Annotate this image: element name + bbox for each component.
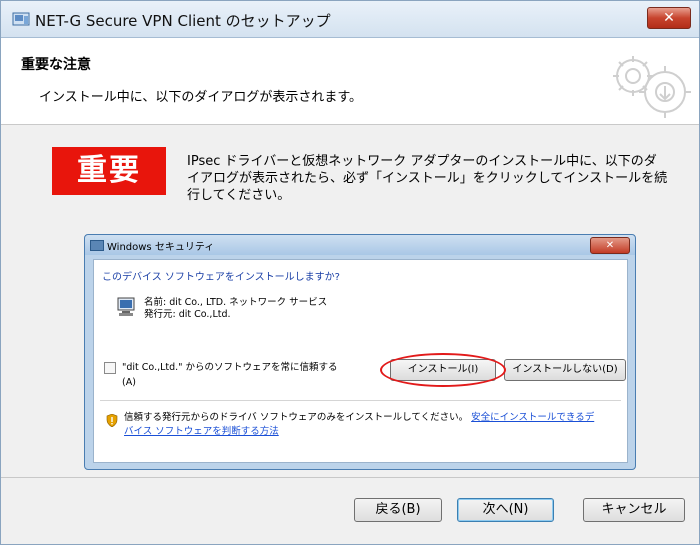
- computer-icon: [117, 297, 135, 316]
- install-question: このデバイス ソフトウェアをインストールしますか?: [102, 272, 340, 283]
- button-bar: 戻る(B) 次へ(N) キャンセル: [1, 477, 699, 544]
- trust-line: "dit Co.,Ltd." からのソフトウェアを常に信頼する: [122, 362, 338, 373]
- back-button[interactable]: 戻る(B): [354, 498, 442, 522]
- title-bar: NET-G Secure VPN Client のセットアップ ✕: [1, 1, 699, 38]
- page-subheading: インストール中に、以下のダイアログが表示されます。: [39, 90, 363, 105]
- help-link-part1: 安全にインストールできるデ: [471, 412, 595, 423]
- setup-window: NET-G Secure VPN Client のセットアップ ✕ 重要な注意 …: [0, 0, 700, 545]
- inner-body: このデバイス ソフトウェアをインストールしますか? 名前: dit Co., L…: [93, 259, 628, 463]
- window-title: NET-G Secure VPN Client のセットアップ: [35, 12, 331, 30]
- divider: [100, 400, 621, 401]
- next-button[interactable]: 次へ(N): [457, 498, 554, 522]
- important-badge: 重要: [52, 147, 166, 195]
- installer-icon: [12, 12, 30, 26]
- dont-install-button-image: インストールしない(D): [504, 359, 626, 381]
- gears-icon: [613, 56, 691, 118]
- publisher-info: 名前: dit Co., LTD. ネットワーク サービス 発行元: dit C…: [144, 297, 327, 321]
- notice-text: IPsec ドライバーと仮想ネットワーク アダプターのインストール中に、以下のダ…: [187, 153, 687, 204]
- highlight-ellipse: [380, 353, 506, 387]
- shield-icon: [106, 414, 118, 427]
- window-icon: [90, 240, 104, 251]
- inner-close-icon: ✕: [590, 237, 630, 254]
- publisher-name: 名前: dit Co., LTD. ネットワーク サービス: [144, 297, 328, 308]
- notice-line: IPsec ドライバーと仮想ネットワーク アダプターのインストール中に、以下のダ: [187, 154, 657, 169]
- notice-line: イアログが表示されたら、必ず「インストール」をクリックしてインストールを続: [187, 171, 668, 186]
- trust-label: "dit Co.,Ltd." からのソフトウェアを常に信頼する (A): [122, 360, 362, 390]
- warning-message: 信頼する発行元からのドライバ ソフトウェアのみをインストールしてください。: [124, 412, 469, 423]
- warning-text: 信頼する発行元からのドライバ ソフトウェアのみをインストールしてください。 安全…: [124, 411, 614, 439]
- trust-line: (A): [122, 377, 136, 388]
- header-banner: 重要な注意 インストール中に、以下のダイアログが表示されます。: [1, 38, 699, 125]
- publisher-company: 発行元: dit Co.,Ltd.: [144, 309, 231, 320]
- page-heading: 重要な注意: [21, 57, 91, 73]
- close-button[interactable]: ✕: [647, 7, 691, 29]
- inner-title-bar: Windows セキュリティ ✕: [85, 235, 635, 255]
- content-area: 重要 IPsec ドライバーと仮想ネットワーク アダプターのインストール中に、以…: [1, 125, 699, 477]
- notice-line: 行してください。: [187, 188, 291, 203]
- windows-security-dialog-image: Windows セキュリティ ✕ このデバイス ソフトウェアをインストールします…: [84, 234, 636, 470]
- inner-title: Windows セキュリティ: [107, 242, 215, 253]
- help-link-part2: バイス ソフトウェアを判断する方法: [124, 426, 279, 437]
- trust-checkbox: [104, 362, 116, 374]
- cancel-button[interactable]: キャンセル: [583, 498, 685, 522]
